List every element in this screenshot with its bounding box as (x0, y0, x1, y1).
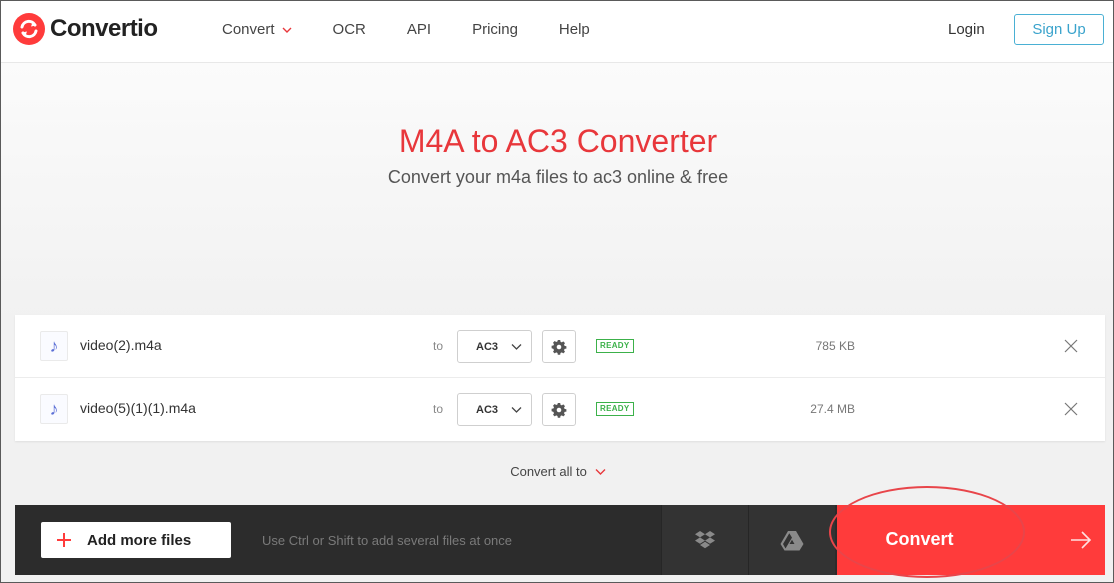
music-note-icon: ♪ (40, 394, 68, 424)
google-drive-button[interactable] (748, 505, 835, 575)
nav-api-label: API (406, 21, 432, 38)
nav-api[interactable]: API (407, 21, 431, 38)
chevron-down-icon (511, 344, 522, 350)
bottom-action-bar: Add more files Use Ctrl or Shift to add … (15, 505, 1105, 575)
chevron-down-icon (511, 407, 522, 413)
hint-text: Use Ctrl or Shift to add several files a… (262, 533, 513, 548)
convert-all-dropdown[interactable]: Convert all to (1, 464, 1113, 479)
file-size: 785 KB (815, 339, 855, 353)
login-link[interactable]: Login (948, 21, 985, 38)
close-icon[interactable] (1063, 401, 1079, 417)
convertio-logo-icon (13, 13, 45, 45)
nav-help[interactable]: Help (559, 21, 590, 38)
settings-button[interactable] (542, 330, 576, 363)
music-note-icon: ♪ (40, 331, 68, 361)
page-subtitle: Convert your m4a files to ac3 online & f… (387, 167, 729, 187)
to-label: to (433, 339, 444, 353)
file-name: video(2).m4a (80, 337, 162, 353)
nav-convert[interactable]: Convert (222, 21, 292, 38)
format-select[interactable]: AC3 (457, 393, 532, 426)
logo-text: Convertio (50, 15, 158, 42)
chevron-down-icon (282, 27, 292, 33)
nav-help-label: Help (558, 21, 590, 38)
settings-button[interactable] (542, 393, 576, 426)
dropbox-button[interactable] (661, 505, 748, 575)
file-row: ♪ video(5)(1)(1).m4a to AC3 READY 27.4 M… (15, 378, 1105, 441)
plus-icon (57, 533, 71, 547)
file-row: ♪ video(2).m4a to AC3 READY 785 KB (15, 315, 1105, 378)
to-label: to (433, 402, 444, 416)
nav-pricing-label: Pricing (472, 21, 518, 38)
arrow-right-icon (1071, 531, 1092, 549)
file-name: video(5)(1)(1).m4a (80, 400, 196, 416)
add-more-files-label: Add more files (87, 531, 192, 549)
convert-button[interactable]: Convert (837, 505, 1105, 575)
nav-ocr-label: OCR (332, 21, 366, 38)
page: Convertio Convert OCR API Pricing Help L (0, 0, 1114, 583)
format-value: AC3 (476, 403, 499, 416)
nav-pricing[interactable]: Pricing (472, 21, 518, 38)
file-size: 27.4 MB (810, 402, 855, 416)
main-nav: Convert OCR API Pricing Help (222, 21, 631, 38)
logo[interactable]: Convertio (13, 13, 158, 45)
status-badge: READY (596, 402, 634, 416)
dropbox-icon (695, 531, 715, 549)
close-icon[interactable] (1063, 338, 1079, 354)
signup-button[interactable]: Sign Up (1014, 14, 1104, 45)
chevron-down-icon (595, 468, 606, 475)
nav-convert-label: Convert (222, 21, 275, 38)
gear-icon (551, 402, 567, 418)
convert-all-label: Convert all to (510, 464, 587, 479)
add-more-files-button[interactable]: Add more files (41, 522, 231, 558)
page-title: M4A to AC3 Converter (398, 123, 718, 159)
google-drive-icon (780, 530, 804, 550)
file-list: ♪ video(2).m4a to AC3 READY 785 KB ♪ vid… (15, 315, 1105, 441)
gear-icon (551, 339, 567, 355)
format-value: AC3 (476, 340, 499, 353)
status-badge: READY (596, 339, 634, 353)
convert-button-label: Convert (885, 529, 954, 549)
format-select[interactable]: AC3 (457, 330, 532, 363)
nav-ocr[interactable]: OCR (333, 21, 366, 38)
top-header: Convertio Convert OCR API Pricing Help L (1, 1, 1113, 63)
